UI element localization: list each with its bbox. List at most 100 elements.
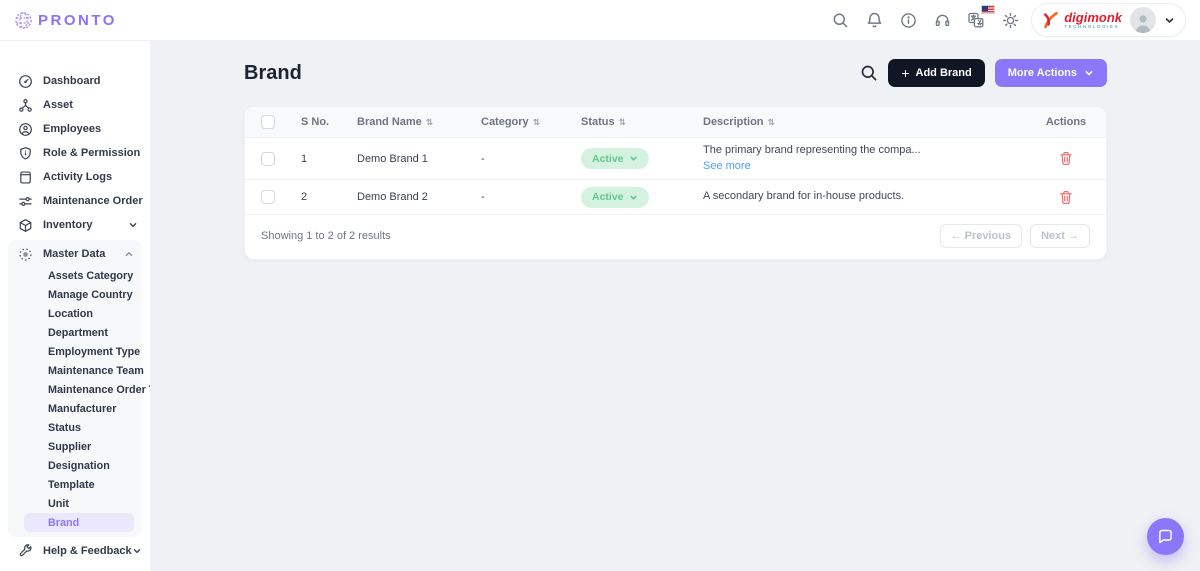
page-title: Brand: [244, 62, 302, 85]
table-search-button[interactable]: [860, 64, 878, 82]
sidebar-item-maintenance-order-type[interactable]: Maintenance Order T...: [24, 380, 134, 399]
sidebar-label: Help & Feedback: [43, 545, 132, 557]
sidebar-item-template[interactable]: Template: [24, 475, 134, 494]
notifications-button[interactable]: [861, 7, 887, 33]
app-root: PRONTO: [0, 0, 1200, 571]
table-row: 2 Demo Brand 2 - Active A secondary bran…: [245, 180, 1106, 215]
digimonk-swoosh-icon: [1042, 10, 1060, 30]
cube-icon: [18, 218, 33, 233]
search-icon: [860, 64, 878, 82]
chevron-up-icon: [124, 249, 134, 259]
table-row: 1 Demo Brand 1 - Active The primary bran…: [245, 138, 1106, 180]
sidebar-label: Inventory: [43, 219, 93, 231]
status-dropdown[interactable]: Active: [581, 148, 649, 169]
user-silhouette-icon: [1132, 11, 1154, 33]
sidebar-item-department[interactable]: Department: [24, 323, 134, 342]
plus-icon: +: [901, 66, 909, 80]
info-button[interactable]: [895, 7, 921, 33]
sidebar-item-location[interactable]: Location: [24, 304, 134, 323]
sort-icon: ⇅: [619, 117, 626, 128]
next-page-button[interactable]: Next →: [1030, 224, 1090, 248]
row-checkbox[interactable]: [261, 152, 275, 166]
sort-icon: ⇅: [768, 117, 775, 128]
more-actions-button[interactable]: More Actions: [995, 59, 1107, 87]
sidebar-item-brand[interactable]: Brand: [24, 513, 134, 532]
column-header-status[interactable]: Status⇅: [581, 116, 703, 128]
cell-sno: 2: [301, 191, 357, 203]
sidebar-item-master-data[interactable]: Master Data: [8, 242, 142, 266]
sidebar-label: Activity Logs: [43, 171, 112, 183]
sidebar-item-status[interactable]: Status: [24, 418, 134, 437]
table-footer: Showing 1 to 2 of 2 results ← Previous N…: [245, 215, 1106, 259]
delete-button[interactable]: [1042, 151, 1090, 166]
account-menu[interactable]: digimonk TECHNOLOGIES: [1031, 3, 1186, 37]
cell-category: -: [481, 153, 581, 165]
cell-description: The primary brand representing the compa…: [703, 143, 1042, 174]
column-header-description[interactable]: Description⇅: [703, 116, 1042, 128]
theme-toggle-button[interactable]: [997, 7, 1023, 33]
chat-button[interactable]: [1147, 518, 1184, 555]
column-header-category[interactable]: Category⇅: [481, 116, 581, 128]
sidebar-label: Master Data: [43, 248, 105, 260]
table-header-row: S No. Brand Name⇅ Category⇅ Status⇅ Desc…: [245, 107, 1106, 138]
sidebar-item-employment-type[interactable]: Employment Type: [24, 342, 134, 361]
sidebar-item-manage-country[interactable]: Manage Country: [24, 285, 134, 304]
data-focus-icon: [18, 247, 33, 262]
avatar: [1130, 7, 1156, 33]
cell-brand-name: Demo Brand 2: [357, 191, 481, 203]
sidebar-item-asset[interactable]: Asset: [0, 93, 150, 117]
sidebar-item-designation[interactable]: Designation: [24, 456, 134, 475]
sidebar-item-help-feedback[interactable]: Help & Feedback: [0, 539, 150, 563]
language-button[interactable]: [963, 7, 989, 33]
status-dropdown[interactable]: Active: [581, 187, 649, 208]
row-checkbox[interactable]: [261, 190, 275, 204]
sidebar-item-manufacturer[interactable]: Manufacturer: [24, 399, 134, 418]
master-data-group: Master Data Assets Category Manage Count…: [8, 240, 142, 537]
previous-page-button[interactable]: ← Previous: [940, 224, 1023, 248]
sidebar-item-employees[interactable]: Employees: [0, 117, 150, 141]
sidebar-label: Role & Permission: [43, 147, 140, 159]
column-header-brand-name[interactable]: Brand Name⇅: [357, 116, 481, 128]
sidebar-item-assets-category[interactable]: Assets Category: [24, 266, 134, 285]
chevron-down-icon: [1084, 68, 1094, 78]
sidebar-item-maintenance-team[interactable]: Maintenance Team: [24, 361, 134, 380]
see-more-link[interactable]: See more: [703, 159, 1042, 174]
select-all-checkbox[interactable]: [261, 115, 275, 129]
add-brand-button[interactable]: + Add Brand: [888, 59, 984, 87]
sidebar-item-supplier[interactable]: Supplier: [24, 437, 134, 456]
cell-brand-name: Demo Brand 1: [357, 153, 481, 165]
sidebar-item-activity-logs[interactable]: Activity Logs: [0, 165, 150, 189]
sort-icon: ⇅: [426, 117, 433, 128]
sidebar-item-unit[interactable]: Unit: [24, 494, 134, 513]
hierarchy-icon: [18, 98, 33, 113]
bell-icon: [866, 12, 883, 29]
search-button[interactable]: [827, 7, 853, 33]
sidebar-label: Employees: [43, 123, 101, 135]
gauge-icon: [18, 74, 33, 89]
results-summary: Showing 1 to 2 of 2 results: [261, 230, 391, 242]
column-header-sno: S No.: [301, 116, 357, 128]
chat-bubble-icon: [1156, 527, 1175, 546]
sidebar-item-maintenance-order[interactable]: Maintenance Order: [0, 189, 150, 213]
digimonk-logo: digimonk TECHNOLOGIES: [1042, 10, 1122, 30]
document-icon: [18, 170, 33, 185]
shield-icon: [18, 146, 33, 161]
support-button[interactable]: [929, 7, 955, 33]
sidebar-item-inventory[interactable]: Inventory: [0, 213, 150, 237]
delete-button[interactable]: [1042, 190, 1090, 205]
user-circle-icon: [18, 122, 33, 137]
digimonk-tagline: TECHNOLOGIES: [1064, 25, 1122, 30]
sidebar: Dashboard Asset Employees Role & Permiss…: [0, 41, 150, 571]
digimonk-name: digimonk: [1064, 11, 1122, 24]
sidebar-item-dashboard[interactable]: Dashboard: [0, 69, 150, 93]
cell-category: -: [481, 191, 581, 203]
topbar-actions: digimonk TECHNOLOGIES: [827, 3, 1186, 37]
app-logo: PRONTO: [14, 11, 117, 30]
chevron-down-icon: [1164, 15, 1175, 26]
sidebar-label: Maintenance Order: [43, 195, 143, 207]
sidebar-label: Dashboard: [43, 75, 100, 87]
trash-icon: [1059, 151, 1073, 166]
logo-text: PRONTO: [38, 12, 117, 29]
sidebar-item-role-permission[interactable]: Role & Permission: [0, 141, 150, 165]
info-icon: [900, 12, 917, 29]
